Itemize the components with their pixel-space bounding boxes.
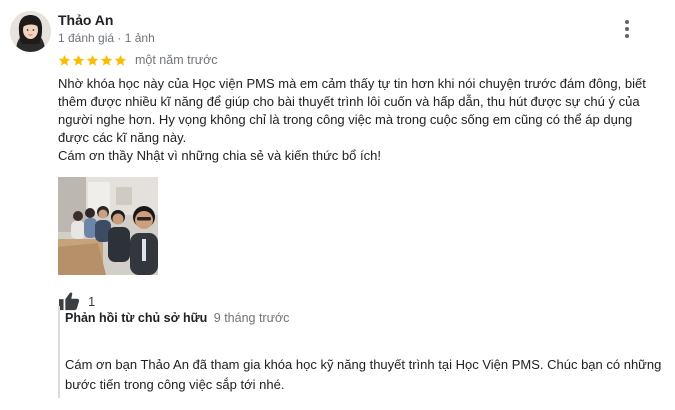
reviewer-name[interactable]: Thảo An [58, 12, 113, 28]
star-icon [114, 54, 127, 66]
review-photo[interactable] [58, 177, 158, 275]
reviewer-meta: 1 đánh giá · 1 ảnh [58, 31, 155, 45]
review-paragraph: Cám ơn thầy Nhật vì những chia sẻ và kiế… [58, 148, 381, 163]
group-selfie-photo [58, 177, 158, 275]
rating-row: một năm trước [58, 52, 218, 68]
star-icon [58, 54, 71, 66]
owner-reply-date: 9 tháng trước [213, 311, 290, 325]
owner-reply-label: Phản hồi từ chủ sở hữu [65, 311, 208, 325]
star-icon [100, 54, 113, 66]
owner-reply-text: Cám ơn bạn Thảo An đã tham gia khóa học … [65, 357, 662, 392]
avatar-photo [10, 11, 51, 52]
owner-reply: Phản hồi từ chủ sở hữu 9 tháng trước Cám… [58, 306, 670, 398]
review-text: Nhờ khóa học này của Học viện PMS mà em … [58, 75, 663, 165]
review-paragraph: Nhờ khóa học này của Học viện PMS mà em … [58, 76, 646, 145]
star-icon [86, 54, 99, 66]
more-vert-icon[interactable] [620, 18, 634, 40]
reviewer-avatar[interactable] [10, 11, 51, 52]
owner-reply-header: Phản hồi từ chủ sở hữu 9 tháng trước [65, 311, 289, 325]
star-icon [72, 54, 85, 66]
review-date: một năm trước [135, 53, 218, 67]
star-rating [58, 54, 127, 67]
